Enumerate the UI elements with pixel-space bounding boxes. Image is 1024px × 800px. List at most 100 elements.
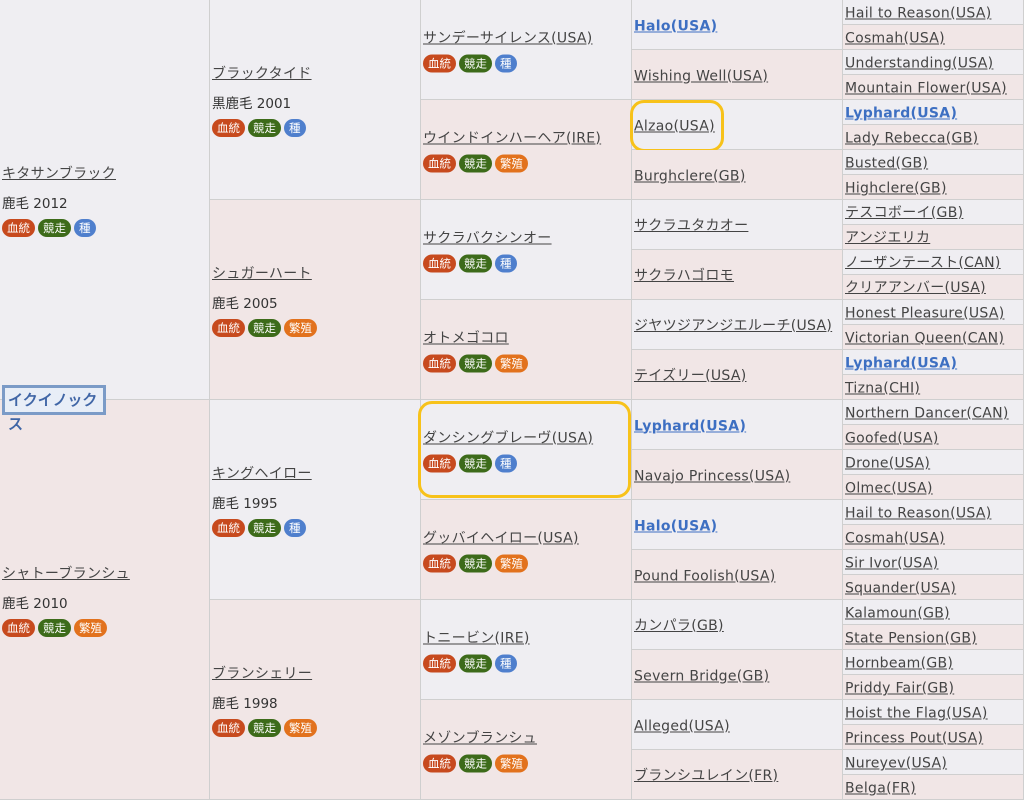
horse-name-link[interactable]: Mountain Flower(USA)	[845, 81, 1007, 97]
horse-name-link[interactable]: Tizna(CHI)	[845, 381, 920, 397]
horse-name-link[interactable]: Alleged(USA)	[634, 718, 730, 734]
tag-stud[interactable]: 種	[284, 118, 306, 137]
horse-name-link[interactable]: ブラックタイド	[212, 66, 312, 82]
tag-race[interactable]: 競走	[459, 354, 492, 372]
tag-breed[interactable]: 繁殖	[284, 718, 317, 737]
tag-blood[interactable]: 血統	[423, 454, 456, 472]
tag-race[interactable]: 競走	[459, 254, 492, 272]
tag-breed[interactable]: 繁殖	[74, 618, 107, 637]
horse-name-link[interactable]: Kalamoun(GB)	[845, 606, 950, 622]
horse-name-link[interactable]: Hail to Reason(USA)	[845, 506, 991, 522]
horse-name-link[interactable]: Victorian Queen(CAN)	[845, 331, 1004, 347]
horse-name-link[interactable]: Burghclere(GB)	[634, 168, 746, 184]
tag-blood[interactable]: 血統	[423, 254, 456, 272]
tag-race[interactable]: 競走	[459, 54, 492, 72]
horse-name-link[interactable]: メゾンブランシュ	[423, 730, 537, 746]
tag-blood[interactable]: 血統	[2, 618, 35, 637]
horse-name-link[interactable]: サンデーサイレンス(USA)	[423, 30, 593, 46]
horse-name-link[interactable]: サクラバクシンオー	[423, 230, 552, 246]
horse-name-link[interactable]: Understanding(USA)	[845, 56, 993, 72]
horse-name-link[interactable]: Alzao(USA)	[634, 118, 715, 134]
tag-race[interactable]: 競走	[459, 454, 492, 472]
horse-name-link[interactable]: テイズリー(USA)	[634, 368, 746, 384]
horse-name-link[interactable]: シャトーブランシュ	[2, 566, 130, 582]
horse-name-link[interactable]: Honest Pleasure(USA)	[845, 306, 1004, 322]
horse-name-link[interactable]: キングヘイロー	[212, 466, 312, 482]
tag-blood[interactable]: 血統	[423, 54, 456, 72]
horse-name-link[interactable]: State Pension(GB)	[845, 631, 977, 647]
tag-breed[interactable]: 繁殖	[495, 154, 528, 172]
horse-name-link[interactable]: Navajo Princess(USA)	[634, 468, 790, 484]
horse-name-link[interactable]: サクラハゴロモ	[634, 268, 734, 284]
tag-race[interactable]: 競走	[459, 654, 492, 672]
tag-blood[interactable]: 血統	[423, 654, 456, 672]
horse-name-link[interactable]: Hornbeam(GB)	[845, 656, 953, 672]
horse-name-link[interactable]: ダンシングブレーヴ(USA)	[423, 430, 593, 446]
horse-name-link[interactable]: Cosmah(USA)	[845, 531, 945, 547]
horse-name-link[interactable]: Severn Bridge(GB)	[634, 668, 769, 684]
horse-name-link[interactable]: Hoist the Flag(USA)	[845, 706, 988, 722]
horse-name-link[interactable]: Priddy Fair(GB)	[845, 681, 954, 697]
tag-race[interactable]: 競走	[248, 718, 281, 737]
horse-name-link[interactable]: オトメゴコロ	[423, 330, 509, 346]
tag-stud[interactable]: 種	[495, 54, 517, 72]
tag-breed[interactable]: 繁殖	[284, 318, 317, 337]
tag-race[interactable]: 競走	[248, 318, 281, 337]
tag-stud[interactable]: 種	[284, 518, 306, 537]
tag-race[interactable]: 競走	[248, 118, 281, 137]
horse-name-link[interactable]: Drone(USA)	[845, 456, 930, 472]
tag-blood[interactable]: 血統	[212, 718, 245, 737]
tag-blood[interactable]: 血統	[212, 518, 245, 537]
tag-blood[interactable]: 血統	[423, 354, 456, 372]
horse-name-link[interactable]: Princess Pout(USA)	[845, 731, 983, 747]
horse-name-link[interactable]: Cosmah(USA)	[845, 31, 945, 47]
horse-name-link[interactable]: サクラユタカオー	[634, 218, 748, 234]
tag-breed[interactable]: 繁殖	[495, 554, 528, 572]
tag-race[interactable]: 競走	[38, 218, 71, 237]
horse-name-link[interactable]: Halo(USA)	[634, 518, 717, 534]
horse-name-link[interactable]: キタサンブラック	[2, 166, 116, 182]
horse-name-link[interactable]: Olmec(USA)	[845, 481, 933, 497]
horse-name-link[interactable]: Lyphard(USA)	[845, 356, 957, 372]
tag-blood[interactable]: 血統	[423, 154, 456, 172]
tag-breed[interactable]: 繁殖	[495, 354, 528, 372]
tag-blood[interactable]: 血統	[212, 118, 245, 137]
tag-blood[interactable]: 血統	[423, 754, 456, 772]
horse-name-link[interactable]: Halo(USA)	[634, 18, 717, 34]
horse-name-link[interactable]: Wishing Well(USA)	[634, 68, 768, 84]
horse-name-link[interactable]: Hail to Reason(USA)	[845, 6, 991, 22]
tag-race[interactable]: 競走	[248, 518, 281, 537]
tag-race[interactable]: 競走	[38, 618, 71, 637]
tag-blood[interactable]: 血統	[423, 554, 456, 572]
horse-name-link[interactable]: Lyphard(USA)	[845, 106, 957, 122]
horse-name-link[interactable]: トニービン(IRE)	[423, 630, 530, 646]
horse-name-link[interactable]: テスコボーイ(GB)	[845, 205, 963, 221]
horse-name-link[interactable]: Highclere(GB)	[845, 181, 947, 197]
horse-name-link[interactable]: Pound Foolish(USA)	[634, 568, 776, 584]
horse-name-link[interactable]: Busted(GB)	[845, 156, 928, 172]
tag-stud[interactable]: 種	[495, 254, 517, 272]
tag-blood[interactable]: 血統	[212, 318, 245, 337]
horse-name-link[interactable]: Nureyev(USA)	[845, 756, 947, 772]
horse-name-link[interactable]: クリアアンバー(USA)	[845, 280, 986, 296]
horse-name-link[interactable]: ジヤツジアンジエルーチ(USA)	[634, 318, 832, 334]
horse-name-link[interactable]: ウインドインハーヘア(IRE)	[423, 130, 601, 146]
horse-name-link[interactable]: カンパラ(GB)	[634, 618, 724, 634]
tag-breed[interactable]: 繁殖	[495, 754, 528, 772]
tag-race[interactable]: 競走	[459, 154, 492, 172]
horse-name-link[interactable]: Lady Rebecca(GB)	[845, 131, 978, 147]
tag-stud[interactable]: 種	[495, 654, 517, 672]
tag-blood[interactable]: 血統	[2, 218, 35, 237]
horse-name-link[interactable]: Goofed(USA)	[845, 431, 939, 447]
horse-name-link[interactable]: Northern Dancer(CAN)	[845, 406, 1009, 422]
horse-name-link[interactable]: Belga(FR)	[845, 781, 916, 797]
horse-name-link[interactable]: ブランシェリー	[212, 666, 312, 682]
horse-name-link[interactable]: Squander(USA)	[845, 581, 956, 597]
horse-name-link[interactable]: ノーザンテースト(CAN)	[845, 255, 1001, 271]
tag-stud[interactable]: 種	[495, 454, 517, 472]
tag-race[interactable]: 競走	[459, 754, 492, 772]
horse-name-link[interactable]: Sir Ivor(USA)	[845, 556, 939, 572]
tag-stud[interactable]: 種	[74, 218, 96, 237]
horse-name-link[interactable]: グッバイヘイロー(USA)	[423, 530, 579, 546]
tag-race[interactable]: 競走	[459, 554, 492, 572]
